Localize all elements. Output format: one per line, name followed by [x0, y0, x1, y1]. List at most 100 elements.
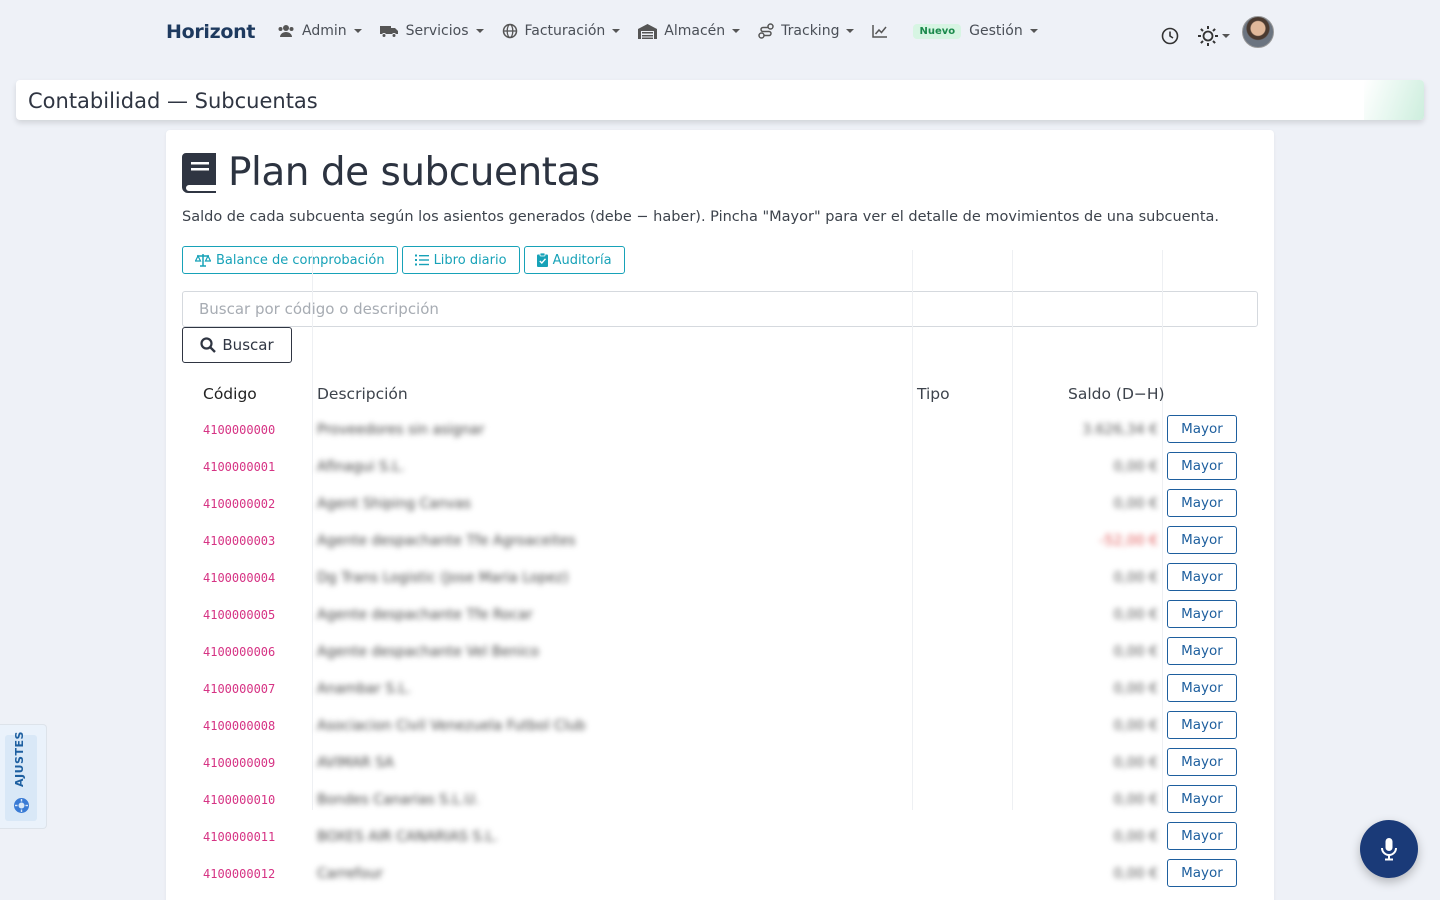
nav-servicios[interactable]: Servicios [379, 23, 484, 39]
table-body: 4100000000 Proveedores sin asignar 3.626,3… [182, 412, 1258, 893]
account-code: 4100000012 [203, 867, 276, 881]
table-row: 4100000003 Agente despachante Tfe Agroace… [182, 523, 1258, 560]
account-balance: 0,00 € [1113, 644, 1158, 660]
scale-icon [195, 254, 211, 267]
mayor-button[interactable]: Mayor [1167, 600, 1237, 628]
chevron-down-icon [353, 29, 362, 33]
account-code: 4100000006 [203, 645, 276, 659]
nav-almacen[interactable]: Almacén [638, 23, 741, 39]
top-navbar: Horizont Admin Servicios Facturación Alm… [0, 0, 1440, 68]
warehouse-icon [638, 23, 658, 39]
mayor-button[interactable]: Mayor [1167, 637, 1237, 665]
auditoria-label: Auditoría [552, 252, 612, 268]
account-balance: 0,00 € [1113, 866, 1158, 882]
account-description: Agente despachante Tfe Rocar [317, 607, 533, 623]
account-code: 4100000003 [203, 534, 276, 548]
microphone-icon [1381, 838, 1397, 861]
mayor-button[interactable]: Mayor [1167, 415, 1237, 443]
nav-tracking[interactable]: Tracking [758, 23, 855, 39]
mayor-button[interactable]: Mayor [1167, 563, 1237, 591]
account-balance: 0,00 € [1113, 681, 1158, 697]
chevron-down-icon [846, 29, 855, 33]
account-code: 4100000004 [203, 571, 276, 585]
nav-chart[interactable] [872, 24, 895, 38]
account-description: Dg Trans Logistic (Jose Maria Lopez) [317, 570, 569, 586]
mayor-button[interactable]: Mayor [1167, 674, 1237, 702]
account-description: Asociacion Civil Venezuela Futbol Club [317, 718, 586, 734]
nav-admin[interactable]: Admin [277, 23, 362, 39]
settings-tab[interactable]: AJUSTES [0, 724, 47, 829]
nav-almacen-label: Almacén [664, 23, 726, 39]
account-description: Afinagui S.L. [317, 459, 405, 475]
nav-admin-label: Admin [302, 23, 347, 39]
mayor-button[interactable]: Mayor [1167, 859, 1237, 887]
gear-icon [14, 798, 29, 813]
balance-button-label: Balance de comprobación [216, 252, 385, 268]
globe-icon [502, 23, 517, 39]
list-icon [414, 254, 429, 266]
mayor-button[interactable]: Mayor [1167, 452, 1237, 480]
mayor-button[interactable]: Mayor [1167, 489, 1237, 517]
account-description: Carrefour [317, 866, 384, 882]
chevron-down-icon [1222, 34, 1230, 38]
page-subtitle: Saldo de cada subcuenta según los asient… [182, 209, 1220, 225]
main-menu: Admin Servicios Facturación Almacén Trac… [277, 23, 1056, 39]
table-header: Código Descripción Tipo Saldo (D−H) [182, 380, 1258, 412]
nav-gestion[interactable]: Nuevo Gestión [913, 23, 1038, 39]
account-balance: 3.626,34 € [1082, 422, 1158, 438]
settings-label: AJUSTES [13, 731, 26, 787]
account-balance: 0,00 € [1113, 459, 1158, 475]
mayor-button[interactable]: Mayor [1167, 822, 1237, 850]
section-title: Contabilidad — Subcuentas [28, 89, 318, 113]
account-code: 4100000009 [203, 756, 276, 770]
table-row: 4100000004 Dg Trans Logistic (Jose Maria … [182, 560, 1258, 597]
mayor-button[interactable]: Mayor [1167, 785, 1237, 813]
auditoria-button[interactable]: Auditoría [523, 246, 625, 274]
brand-logo[interactable]: Horizont [166, 21, 255, 43]
account-description: Agent Shiping Canvas [317, 496, 471, 512]
nav-facturacion-label: Facturación [524, 23, 606, 39]
nav-facturacion[interactable]: Facturación [502, 23, 621, 39]
account-code: 4100000002 [203, 497, 276, 511]
account-description: Bondes Canarias S.L.U. [317, 792, 480, 808]
column-header-tipo: Tipo [917, 385, 950, 403]
mayor-button[interactable]: Mayor [1167, 526, 1237, 554]
account-description: Anambar S.L. [317, 681, 411, 697]
table-row: 4100000006 Agente despachante Vel Benico 0… [182, 634, 1258, 671]
route-icon [758, 23, 774, 39]
libro-diario-button[interactable]: Libro diario [401, 246, 520, 274]
account-description: Agente despachante Tfe Agroaceites [317, 533, 576, 549]
avatar[interactable] [1242, 16, 1274, 48]
table-row: 4100000009 AVIMAR SA 0,00 € Mayor [182, 745, 1258, 782]
search-button[interactable]: Buscar [182, 327, 292, 363]
users-icon [278, 25, 294, 37]
settings-tab-inner: AJUSTES [5, 731, 37, 821]
libro-diario-label: Libro diario [433, 252, 507, 268]
chevron-down-icon [475, 29, 484, 33]
voice-input-button[interactable] [1360, 820, 1418, 878]
table-row: 4100000012 Carrefour 0,00 € Mayor [182, 856, 1258, 893]
search-icon [200, 337, 217, 353]
account-code: 4100000000 [203, 423, 276, 437]
new-badge: Nuevo [913, 23, 962, 39]
nav-tracking-label: Tracking [781, 23, 840, 39]
account-code: 4100000005 [203, 608, 276, 622]
account-description: BOXES AIR CANARIAS S.L. [317, 829, 498, 845]
book-icon [182, 152, 216, 193]
chevron-down-icon [732, 29, 741, 33]
account-description: Proveedores sin asignar [317, 422, 485, 438]
search-input[interactable] [182, 291, 1258, 327]
column-header-saldo: Saldo (D−H) [1068, 385, 1165, 403]
mayor-button[interactable]: Mayor [1167, 748, 1237, 776]
account-description: Agente despachante Vel Benico [317, 644, 540, 660]
account-description: AVIMAR SA [317, 755, 394, 771]
truck-icon [379, 26, 398, 38]
mayor-button[interactable]: Mayor [1167, 711, 1237, 739]
clock-icon[interactable] [1160, 26, 1180, 46]
account-balance: 0,00 € [1113, 718, 1158, 734]
account-balance: -52,00 € [1099, 533, 1159, 549]
theme-toggle[interactable] [1197, 25, 1230, 47]
search-button-label: Buscar [222, 336, 274, 354]
balance-button[interactable]: Balance de comprobación [182, 246, 398, 274]
chart-line-icon [872, 25, 888, 38]
